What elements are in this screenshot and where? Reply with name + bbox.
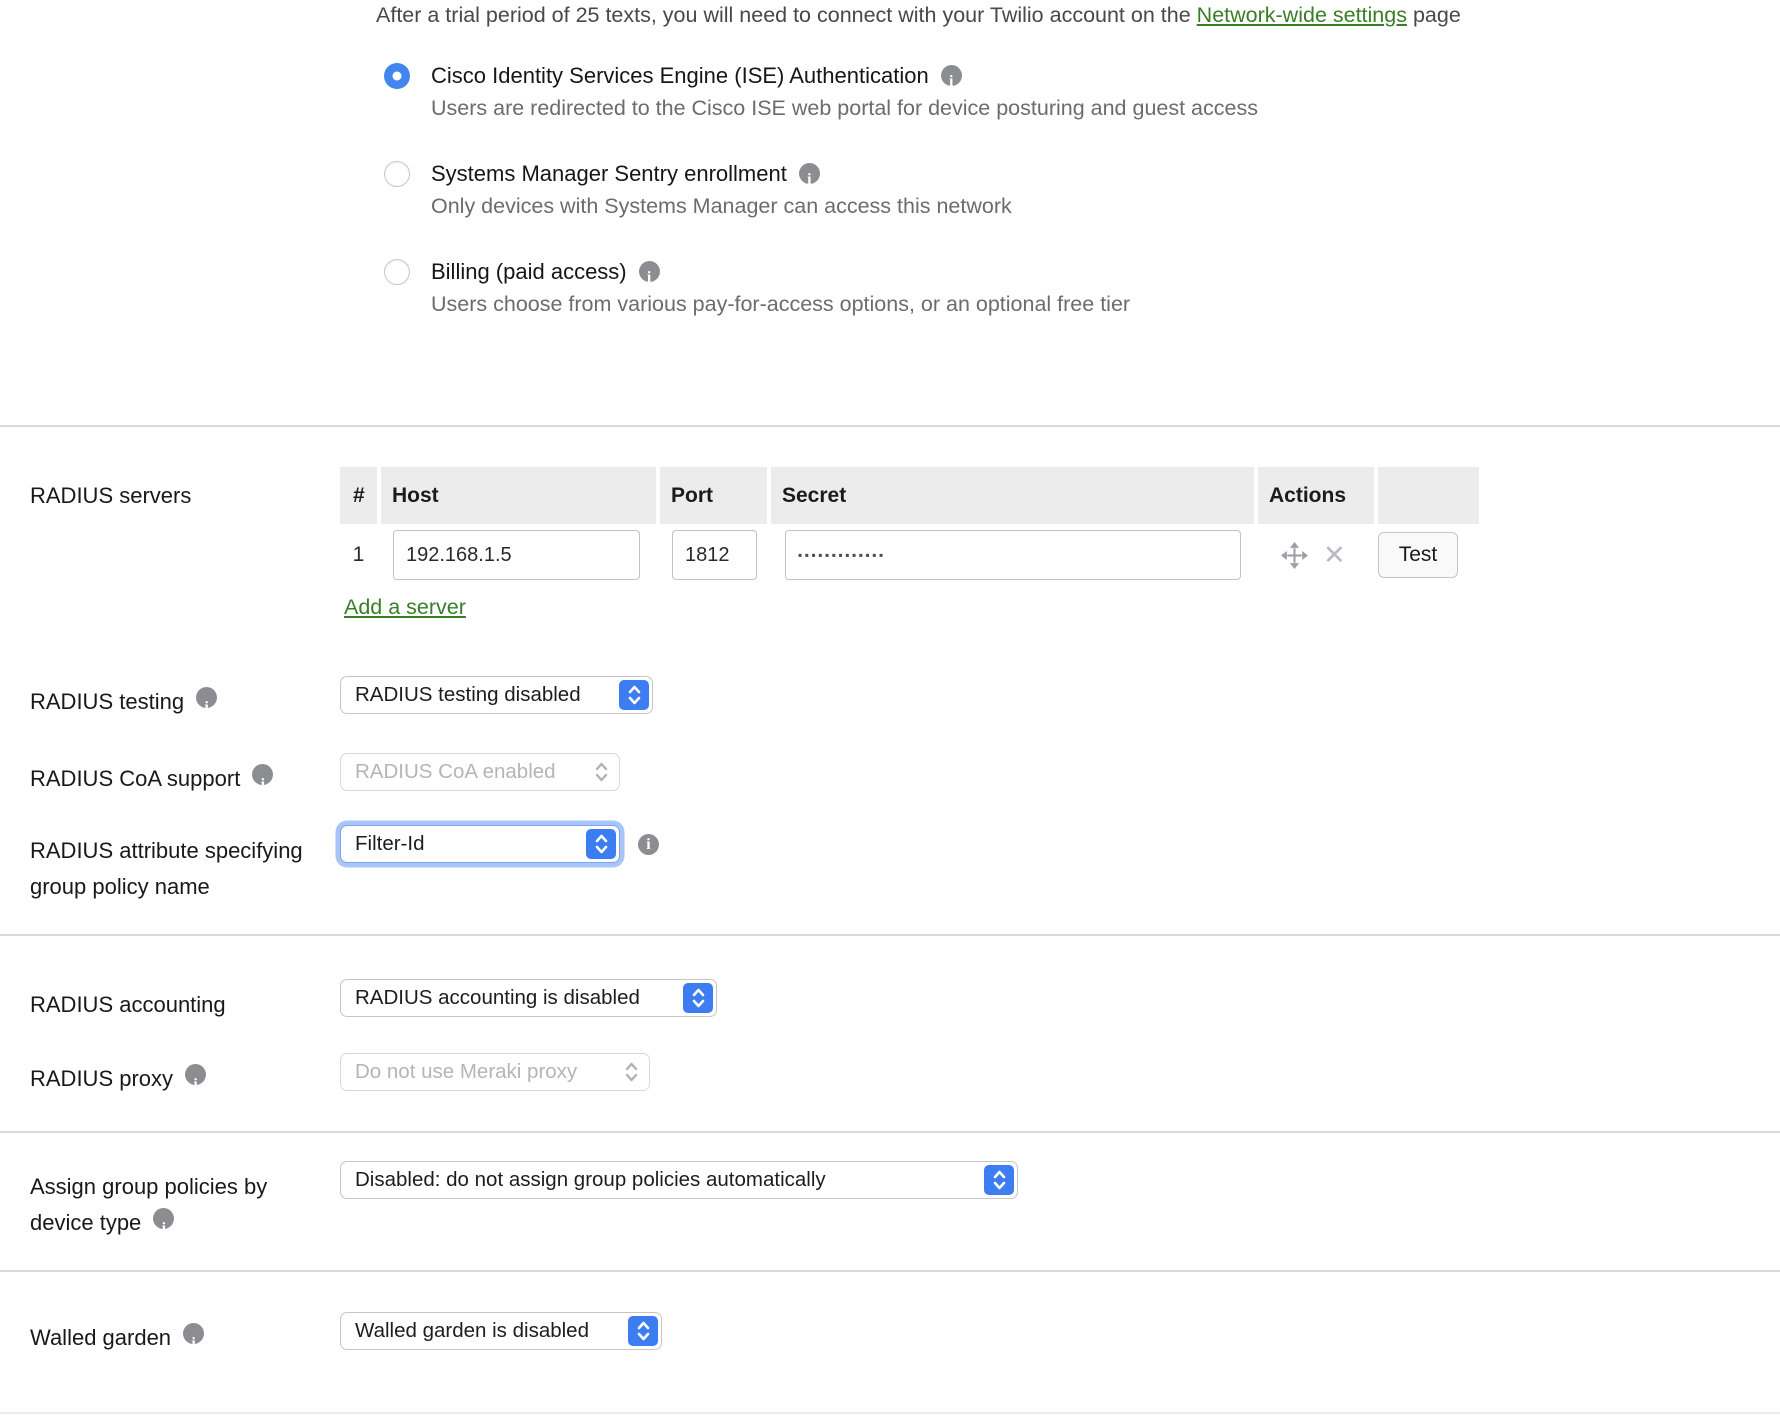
info-icon[interactable] <box>196 687 217 708</box>
radius-attribute-value: Filter-Id <box>355 832 424 856</box>
radius-coa-label: RADIUS CoA support <box>30 766 240 791</box>
radius-attribute-select[interactable]: Filter-Id <box>340 825 620 863</box>
header-port: Port <box>660 467 767 524</box>
option-cisco-ise: Cisco Identity Services Engine (ISE) Aut… <box>384 62 1780 121</box>
option-billing-description: Users choose from various pay-for-access… <box>431 291 1130 317</box>
select-stepper-icon <box>616 1057 646 1087</box>
info-icon[interactable] <box>638 834 659 855</box>
walled-garden-label: Walled garden <box>30 1325 171 1350</box>
radius-accounting-value: RADIUS accounting is disabled <box>355 986 640 1010</box>
option-cisco-ise-label: Cisco Identity Services Engine (ISE) Aut… <box>431 63 929 88</box>
server-row-actions <box>1258 541 1374 570</box>
radius-server-row: 1 <box>340 530 1780 580</box>
select-stepper-icon <box>628 1316 658 1346</box>
option-billing-label: Billing (paid access) <box>431 259 627 284</box>
server-row-number: 1 <box>340 543 377 567</box>
radius-servers-section: RADIUS servers # Host Port Secret Action… <box>0 427 1780 620</box>
select-stepper-icon <box>586 757 616 787</box>
radius-attribute-label: RADIUS attribute specifying group policy… <box>0 825 305 905</box>
twilio-trial-note: After a trial period of 25 texts, you wi… <box>0 0 1780 28</box>
delete-server-icon[interactable] <box>1323 541 1346 570</box>
select-stepper-icon <box>984 1165 1014 1195</box>
radius-testing-label: RADIUS testing <box>30 689 184 714</box>
radius-proxy-value: Do not use Meraki proxy <box>355 1060 577 1084</box>
assign-group-policies-value: Disabled: do not assign group policies a… <box>355 1168 826 1192</box>
radius-coa-row: RADIUS CoA support RADIUS CoA enabled <box>0 753 1780 797</box>
secret-input[interactable] <box>785 530 1241 580</box>
radius-coa-value: RADIUS CoA enabled <box>355 760 556 784</box>
select-stepper-icon <box>619 680 649 710</box>
radius-testing-row: RADIUS testing RADIUS testing disabled <box>0 676 1780 720</box>
radius-servers-label: RADIUS servers <box>0 467 340 620</box>
walled-garden-value: Walled garden is disabled <box>355 1319 589 1343</box>
info-icon[interactable] <box>639 261 660 282</box>
twilio-trial-note-suffix: page <box>1413 3 1461 27</box>
option-billing: Billing (paid access) Users choose from … <box>384 258 1780 317</box>
section-divider <box>0 1412 1780 1414</box>
radius-attribute-row: RADIUS attribute specifying group policy… <box>0 825 1780 905</box>
assign-group-policies-select[interactable]: Disabled: do not assign group policies a… <box>340 1161 1018 1199</box>
radio-cisco-ise[interactable] <box>384 63 410 89</box>
option-sm-sentry: Systems Manager Sentry enrollment Only d… <box>384 160 1780 219</box>
port-input[interactable] <box>672 530 757 580</box>
radius-accounting-select[interactable]: RADIUS accounting is disabled <box>340 979 717 1017</box>
header-extra <box>1378 467 1479 524</box>
select-stepper-icon <box>586 829 616 859</box>
radius-testing-select[interactable]: RADIUS testing disabled <box>340 676 653 714</box>
move-handle-icon[interactable] <box>1280 541 1309 570</box>
radius-accounting-label: RADIUS accounting <box>0 979 305 1023</box>
splash-access-settings-page: After a trial period of 25 texts, you wi… <box>0 0 1780 1416</box>
info-icon[interactable] <box>252 764 273 785</box>
radius-proxy-label: RADIUS proxy <box>30 1066 173 1091</box>
header-secret: Secret <box>771 467 1254 524</box>
option-cisco-ise-description: Users are redirected to the Cisco ISE we… <box>431 95 1258 121</box>
radius-proxy-row: RADIUS proxy Do not use Meraki proxy <box>0 1053 1780 1097</box>
twilio-trial-note-text: After a trial period of 25 texts, you wi… <box>376 3 1191 27</box>
walled-garden-row: Walled garden Walled garden is disabled <box>0 1272 1780 1356</box>
host-input[interactable] <box>393 530 640 580</box>
radius-proxy-select: Do not use Meraki proxy <box>340 1053 650 1091</box>
network-wide-settings-link[interactable]: Network-wide settings <box>1197 3 1407 27</box>
assign-group-policies-row: Assign group policies by device type Dis… <box>0 1133 1780 1241</box>
header-host: Host <box>381 467 656 524</box>
radius-coa-select: RADIUS CoA enabled <box>340 753 620 791</box>
header-actions: Actions <box>1258 467 1374 524</box>
walled-garden-select[interactable]: Walled garden is disabled <box>340 1312 662 1350</box>
info-icon[interactable] <box>183 1323 204 1344</box>
radio-billing[interactable] <box>384 259 410 285</box>
option-sm-sentry-description: Only devices with Systems Manager can ac… <box>431 193 1012 219</box>
radio-sm-sentry[interactable] <box>384 161 410 187</box>
test-button[interactable]: Test <box>1378 532 1458 578</box>
header-num: # <box>340 467 377 524</box>
select-stepper-icon <box>683 983 713 1013</box>
option-sm-sentry-label: Systems Manager Sentry enrollment <box>431 161 787 186</box>
radius-servers-table-header: # Host Port Secret Actions <box>340 467 1780 524</box>
info-icon[interactable] <box>185 1064 206 1085</box>
radius-testing-value: RADIUS testing disabled <box>355 683 581 707</box>
info-icon[interactable] <box>799 163 820 184</box>
radius-accounting-row: RADIUS accounting RADIUS accounting is d… <box>0 936 1780 1023</box>
info-icon[interactable] <box>153 1208 174 1229</box>
assign-group-policies-label: Assign group policies by device type <box>30 1174 267 1235</box>
add-server-link[interactable]: Add a server <box>344 595 466 620</box>
info-icon[interactable] <box>941 65 962 86</box>
access-option-group: Cisco Identity Services Engine (ISE) Aut… <box>384 62 1780 317</box>
